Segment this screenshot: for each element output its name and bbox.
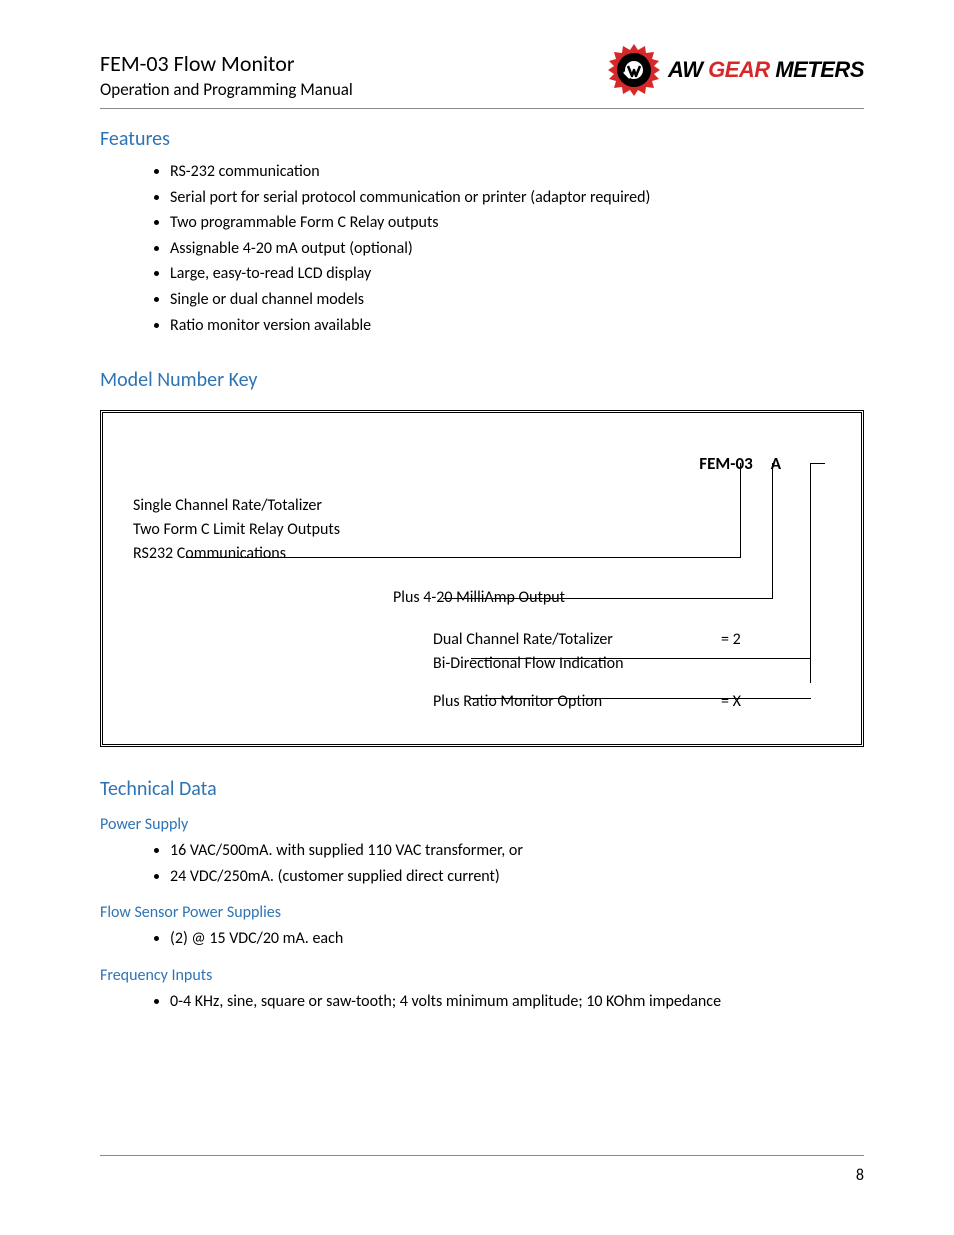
brand-text: AW GEAR METERS	[668, 57, 864, 83]
list-item: 16 VAC/500mA. with supplied 110 VAC tran…	[170, 838, 864, 864]
model-key-code: FEM-03A	[133, 453, 831, 474]
option-code: = X	[721, 690, 781, 714]
text-line: RS232 Communications	[133, 542, 831, 566]
list-item: RS-232 communication	[170, 159, 864, 185]
model-key-heading: Model Number Key	[100, 368, 864, 392]
model-key-diagram: FEM-03A Single Channel Rate/Totalizer Tw…	[100, 410, 864, 747]
power-supply-list: 16 VAC/500mA. with supplied 110 VAC tran…	[100, 838, 864, 889]
text-line: Plus Ratio Monitor Option	[433, 690, 721, 714]
frequency-inputs-list: 0-4 KHz, sine, square or saw-tooth; 4 vo…	[100, 989, 864, 1015]
document-subtitle: Operation and Programming Manual	[100, 79, 353, 100]
document-title: FEM-03 Flow Monitor	[100, 50, 353, 77]
page-footer: 8	[100, 1155, 864, 1185]
technical-data-heading: Technical Data	[100, 777, 864, 801]
list-item: Single or dual channel models	[170, 287, 864, 313]
features-list: RS-232 communication Serial port for ser…	[100, 159, 864, 338]
list-item: Serial port for serial protocol communic…	[170, 185, 864, 211]
flow-sensor-list: (2) @ 15 VDC/20 mA. each	[100, 926, 864, 952]
option-code: = 2	[721, 628, 781, 676]
power-supply-heading: Power Supply	[100, 815, 864, 834]
frequency-inputs-heading: Frequency Inputs	[100, 966, 864, 985]
flow-sensor-heading: Flow Sensor Power Supplies	[100, 903, 864, 922]
list-item: (2) @ 15 VDC/20 mA. each	[170, 926, 864, 952]
brand-logo: AW GEAR METERS	[606, 42, 864, 98]
page-header: FEM-03 Flow Monitor Operation and Progra…	[100, 50, 864, 109]
text-line: Dual Channel Rate/Totalizer	[433, 628, 721, 652]
text-line: Single Channel Rate/Totalizer	[133, 494, 831, 518]
list-item: Assignable 4-20 mA output (optional)	[170, 236, 864, 262]
model-key-option: Plus Ratio Monitor Option = X	[133, 690, 831, 714]
features-heading: Features	[100, 127, 864, 151]
list-item: 24 VDC/250mA. (customer supplied direct …	[170, 864, 864, 890]
list-item: Large, easy-to-read LCD display	[170, 261, 864, 287]
model-key-option: Plus 4-20 MilliAmp Output	[133, 586, 831, 610]
model-key-option: Dual Channel Rate/Totalizer Bi-Direction…	[133, 628, 831, 676]
list-item: Two programmable Form C Relay outputs	[170, 210, 864, 236]
model-key-base: Single Channel Rate/Totalizer Two Form C…	[133, 494, 831, 566]
gear-icon	[606, 42, 662, 98]
text-line: Bi-Directional Flow Indication	[433, 652, 721, 676]
list-item: Ratio monitor version available	[170, 313, 864, 339]
text-line: Two Form C Limit Relay Outputs	[133, 518, 831, 542]
list-item: 0-4 KHz, sine, square or saw-tooth; 4 vo…	[170, 989, 864, 1015]
page-number: 8	[856, 1166, 864, 1185]
